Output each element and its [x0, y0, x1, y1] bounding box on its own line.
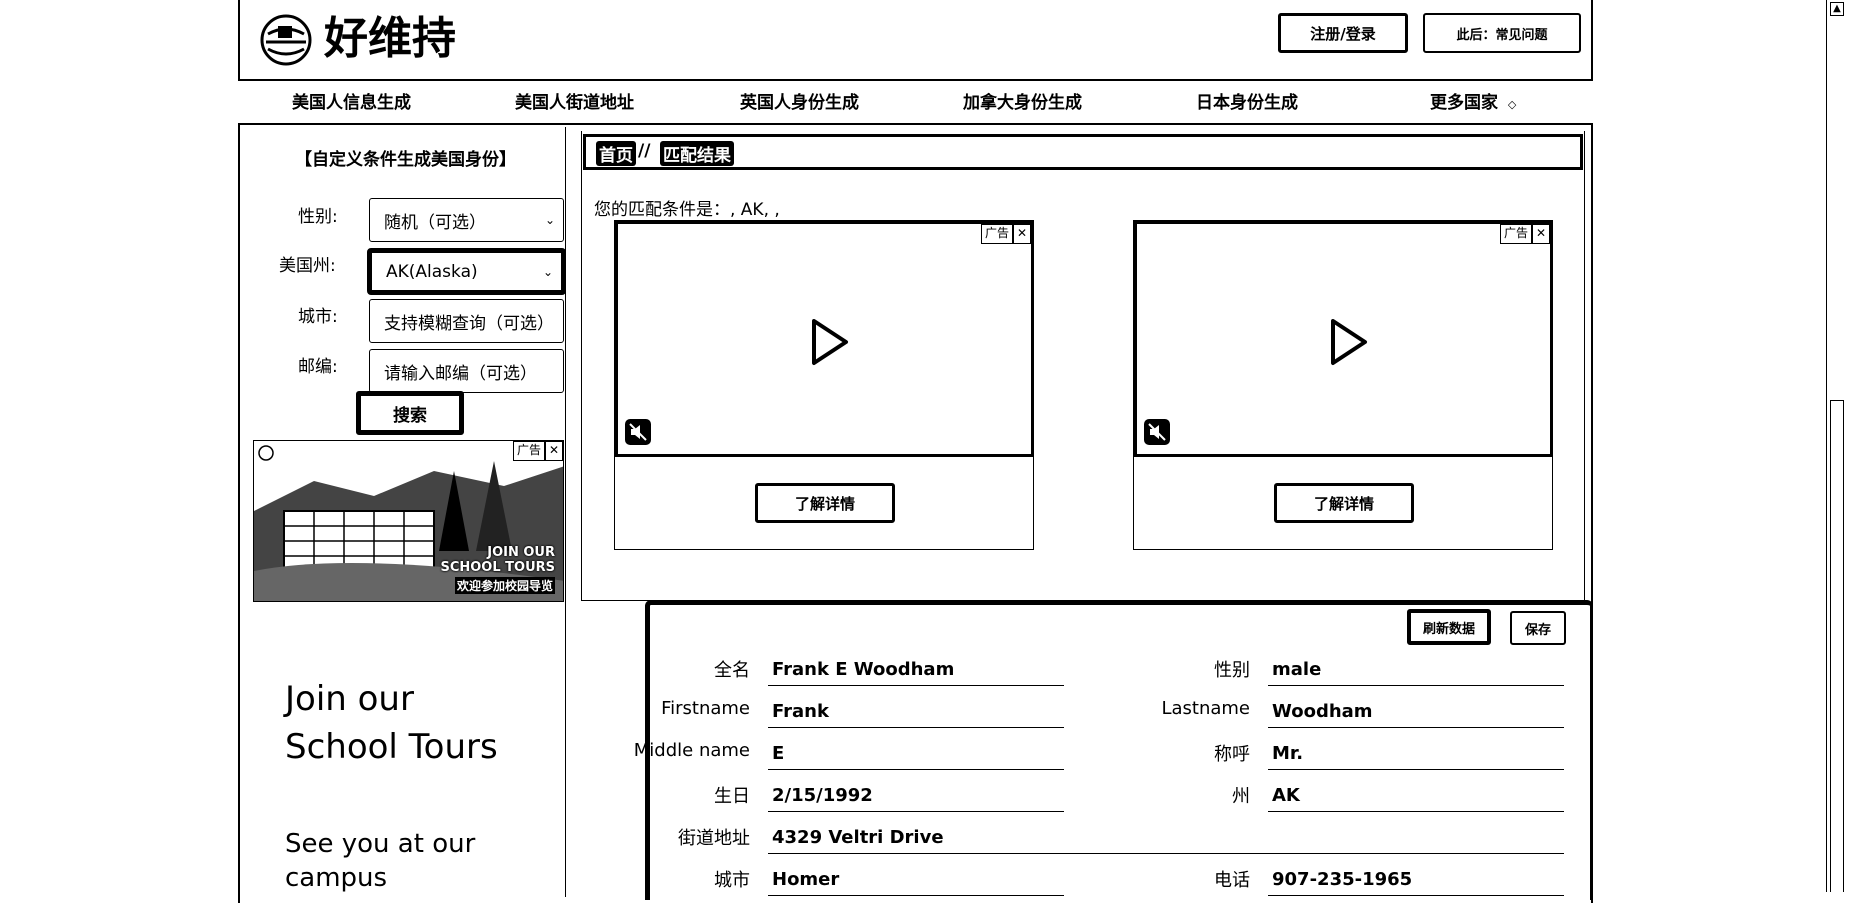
- ad-badge[interactable]: 广告 ✕: [1499, 224, 1550, 244]
- gender-label: 性别:: [298, 207, 338, 227]
- mute-icon[interactable]: [1143, 418, 1171, 450]
- close-icon[interactable]: ✕: [1532, 224, 1550, 244]
- nav-us-address[interactable]: 美国人街道地址: [515, 88, 634, 113]
- street-label: 街道地址: [678, 828, 750, 849]
- breadcrumb-home[interactable]: 首页: [596, 141, 636, 166]
- firstname-label: Firstname: [661, 698, 750, 719]
- sidebar: 【自定义条件生成美国身份】 性别: 随机（可选） ⌄ 美国州: AK(Alask…: [243, 127, 566, 897]
- video-player[interactable]: 广告 ✕: [615, 221, 1034, 457]
- phone-label: 电话: [1214, 870, 1250, 891]
- chevron-down-icon: ◇: [1507, 98, 1517, 111]
- middlename-label: Middle name: [633, 740, 750, 761]
- lastname-label: Lastname: [1161, 698, 1250, 719]
- ad-label: 广告: [512, 441, 545, 461]
- ad-badge[interactable]: 广告 ✕: [512, 441, 563, 461]
- state-select[interactable]: AK(Alaska) ⌄: [367, 248, 566, 295]
- title-label: 称呼: [1214, 744, 1250, 765]
- login-button[interactable]: 注册/登录: [1278, 13, 1408, 53]
- site-logo-text[interactable]: 好维持: [324, 10, 456, 68]
- state-value: AK: [1268, 782, 1564, 812]
- city-label: 城市:: [298, 307, 338, 327]
- nav-more-label: 更多国家: [1430, 93, 1498, 113]
- fullname-value: Frank E Woodham: [768, 656, 1064, 686]
- nav-more-countries[interactable]: 更多国家 ◇: [1430, 88, 1516, 113]
- ad-badge[interactable]: 广告 ✕: [980, 224, 1031, 244]
- ad-label: 广告: [980, 224, 1013, 244]
- nav-canada-identity[interactable]: 加拿大身份生成: [963, 88, 1082, 113]
- breadcrumb: 首页 // 匹配结果: [583, 134, 1583, 170]
- sidebar-ad-image[interactable]: JOIN OUR SCHOOL TOURS 欢迎参加校园导览 广告 ✕: [253, 440, 564, 602]
- state-label: 美国州:: [279, 256, 336, 276]
- scroll-thumb[interactable]: [1830, 400, 1844, 892]
- middlename-value: E: [768, 740, 1064, 770]
- sidebar-title: 【自定义条件生成美国身份】: [295, 150, 516, 170]
- title-value: Mr.: [1268, 740, 1564, 770]
- chevron-down-icon: ⌄: [544, 213, 555, 227]
- ad-heading[interactable]: Join our School Tours: [285, 675, 515, 771]
- video-player[interactable]: 广告 ✕: [1134, 221, 1553, 457]
- zip-input[interactable]: 请输入邮编（可选）: [369, 349, 564, 393]
- play-icon[interactable]: [1329, 317, 1369, 371]
- ad-overlay-line2: SCHOOL TOURS: [440, 560, 555, 575]
- breadcrumb-current: 匹配结果: [660, 141, 734, 166]
- nav-japan-identity[interactable]: 日本身份生成: [1196, 88, 1298, 113]
- mute-icon[interactable]: [624, 418, 652, 450]
- scroll-up-icon[interactable]: ▲: [1830, 2, 1844, 16]
- zip-label: 邮编:: [298, 357, 338, 377]
- ad-card[interactable]: 广告 ✕ 了解详情: [614, 220, 1034, 550]
- gender-value: male: [1268, 656, 1564, 686]
- gender-select[interactable]: 随机（可选） ⌄: [369, 198, 564, 242]
- close-icon[interactable]: ✕: [545, 441, 563, 461]
- state-label: 州: [1232, 786, 1250, 807]
- state-select-value: AK(Alaska): [386, 261, 478, 282]
- ad-card[interactable]: 广告 ✕ 了解详情: [1133, 220, 1553, 550]
- ad-overlay-line3: 欢迎参加校园导览: [454, 577, 555, 594]
- ad-overlay-line1: JOIN OUR: [487, 545, 555, 560]
- site-logo-icon[interactable]: [258, 14, 314, 66]
- firstname-value: Frank: [768, 698, 1064, 728]
- learn-more-button[interactable]: 了解详情: [1274, 483, 1414, 523]
- save-button[interactable]: 保存: [1510, 611, 1566, 645]
- chevron-down-icon: ⌄: [542, 264, 553, 279]
- fullname-label: 全名: [714, 660, 750, 681]
- learn-more-button[interactable]: 了解详情: [755, 483, 895, 523]
- nav-uk-identity[interactable]: 英国人身份生成: [740, 88, 859, 113]
- lastname-value: Woodham: [1268, 698, 1564, 728]
- gender-select-value: 随机（可选）: [384, 212, 486, 233]
- street-value: 4329 Veltri Drive: [768, 824, 1564, 854]
- gender-label: 性别: [1214, 660, 1250, 681]
- nav-us-info[interactable]: 美国人信息生成: [292, 88, 411, 113]
- city-label: 城市: [714, 870, 750, 891]
- ad-label: 广告: [1499, 224, 1532, 244]
- site-header: 好维持 注册/登录 此后：常见问题: [238, 0, 1593, 81]
- birthday-value: 2/15/1992: [768, 782, 1064, 812]
- city-input[interactable]: 支持模糊查询（可选）: [369, 299, 564, 343]
- breadcrumb-separator: //: [638, 141, 651, 161]
- faq-button[interactable]: 此后：常见问题: [1423, 13, 1581, 53]
- refresh-button[interactable]: 刷新数据: [1407, 609, 1491, 645]
- play-icon[interactable]: [810, 317, 850, 371]
- close-icon[interactable]: ✕: [1013, 224, 1031, 244]
- ad-subtext[interactable]: See you at our campus: [285, 827, 505, 895]
- match-conditions: 您的匹配条件是：, AK, ,: [594, 200, 780, 220]
- birthday-label: 生日: [714, 786, 750, 807]
- scrollbar-track[interactable]: [1826, 0, 1827, 892]
- search-button[interactable]: 搜索: [356, 391, 464, 435]
